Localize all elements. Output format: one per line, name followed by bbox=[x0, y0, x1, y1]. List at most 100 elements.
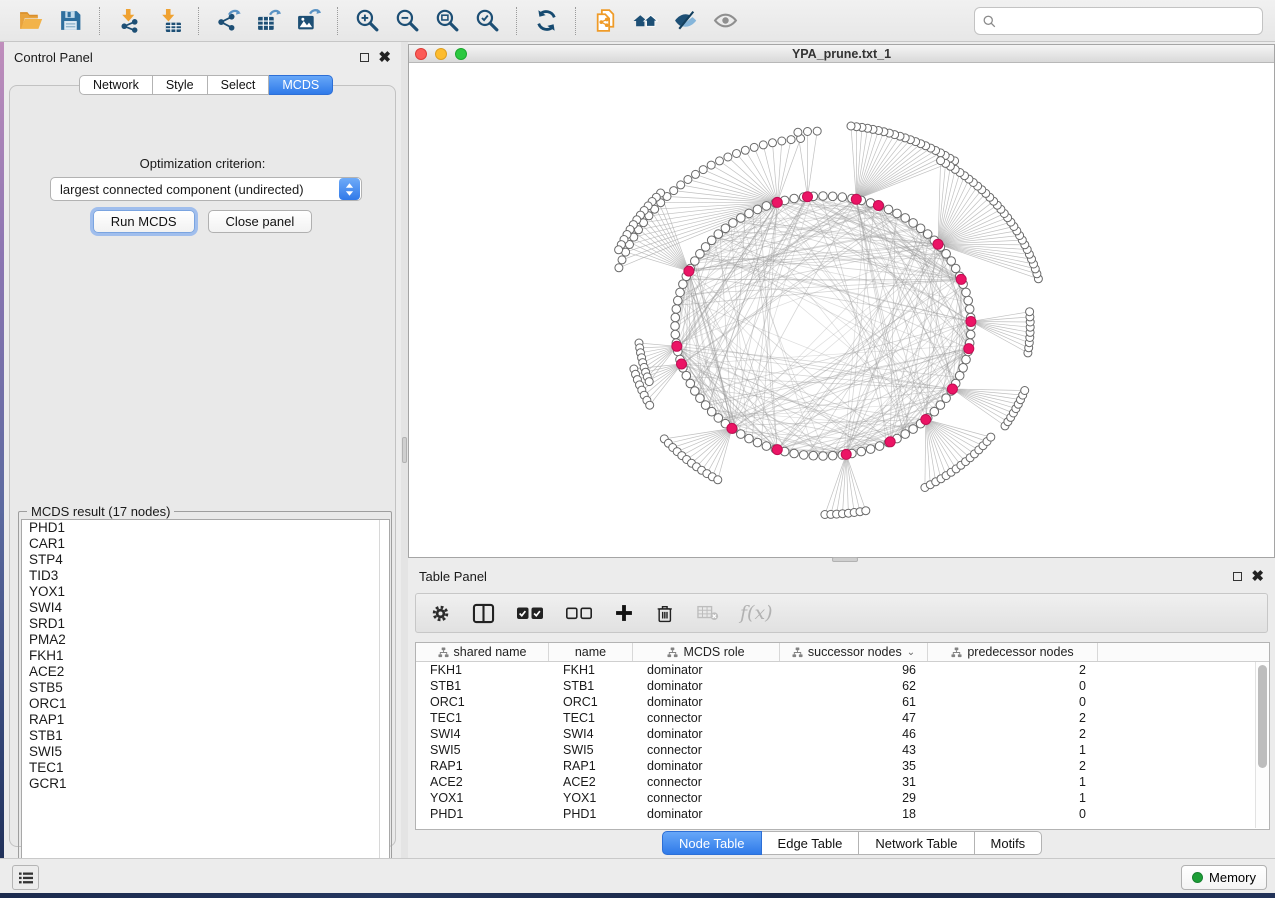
first-neighbors-button[interactable] bbox=[629, 6, 661, 36]
close-panel-icon[interactable]: ✖ bbox=[378, 53, 391, 62]
column-header-predecessor-nodes[interactable]: predecessor nodes bbox=[928, 643, 1098, 661]
import-network-button[interactable] bbox=[113, 6, 145, 36]
table-row[interactable]: ORC1ORC1dominator610 bbox=[416, 694, 1269, 710]
zoom-out-button[interactable] bbox=[391, 6, 423, 36]
maximize-window-icon[interactable] bbox=[455, 48, 467, 60]
control-panel-title: Control Panel bbox=[14, 50, 93, 65]
list-item[interactable]: TID3 bbox=[22, 568, 389, 584]
column-header-MCDS-role[interactable]: MCDS role bbox=[633, 643, 780, 661]
show-all-button[interactable] bbox=[709, 6, 741, 36]
list-item[interactable]: ORC1 bbox=[22, 696, 389, 712]
trash-icon bbox=[655, 603, 675, 624]
column-header-successor-nodes[interactable]: successor nodes⌄ bbox=[780, 643, 928, 661]
main-toolbar bbox=[0, 0, 1275, 42]
run-mcds-button[interactable]: Run MCDS bbox=[93, 210, 195, 233]
list-item[interactable]: SRD1 bbox=[22, 616, 389, 632]
list-item[interactable]: STP4 bbox=[22, 552, 389, 568]
table-row[interactable]: SWI5SWI5connector431 bbox=[416, 742, 1269, 758]
tab-network[interactable]: Network bbox=[79, 75, 153, 95]
list-item[interactable]: GCR1 bbox=[22, 776, 389, 792]
close-window-icon[interactable] bbox=[415, 48, 427, 60]
list-item[interactable]: ACE2 bbox=[22, 664, 389, 680]
float-panel-icon[interactable] bbox=[360, 53, 369, 62]
minimize-window-icon[interactable] bbox=[435, 48, 447, 60]
table-row[interactable]: STB1STB1dominator620 bbox=[416, 678, 1269, 694]
list-item[interactable]: SWI4 bbox=[22, 600, 389, 616]
table-row[interactable]: SWI4SWI4dominator462 bbox=[416, 726, 1269, 742]
table-row[interactable]: ACE2ACE2connector311 bbox=[416, 774, 1269, 790]
delete-columns-button[interactable] bbox=[655, 599, 675, 627]
network-window-titlebar[interactable]: YPA_prune.txt_1 bbox=[409, 45, 1274, 63]
export-image-icon bbox=[296, 8, 321, 33]
network-canvas[interactable] bbox=[409, 63, 1274, 557]
result-list-scrollbar[interactable] bbox=[379, 520, 380, 881]
clone-network-button[interactable] bbox=[589, 6, 621, 36]
table-row[interactable]: FKH1FKH1dominator962 bbox=[416, 662, 1269, 678]
tab-style[interactable]: Style bbox=[153, 75, 208, 95]
clear-checks-button[interactable] bbox=[565, 599, 593, 627]
add-column-button[interactable] bbox=[614, 599, 634, 627]
table-cell: 43 bbox=[780, 743, 928, 757]
table-panel: Table Panel ✖ f(x) shared namenameMCDS r… bbox=[408, 562, 1275, 858]
column-header-label: successor nodes bbox=[808, 645, 902, 659]
memory-button[interactable]: Memory bbox=[1181, 865, 1267, 890]
list-item[interactable]: PHD1 bbox=[22, 520, 389, 536]
select-all-checks-button[interactable] bbox=[516, 599, 544, 627]
export-image-button[interactable] bbox=[292, 6, 324, 36]
memory-button-label: Memory bbox=[1209, 870, 1256, 885]
import-table-button[interactable] bbox=[153, 6, 185, 36]
zoom-selected-button[interactable] bbox=[471, 6, 503, 36]
table-cell: 1 bbox=[928, 743, 1098, 757]
window-controls bbox=[415, 48, 467, 60]
tab-select[interactable]: Select bbox=[208, 75, 270, 95]
show-panels-button[interactable] bbox=[12, 865, 39, 890]
mcds-result-list[interactable]: PHD1CAR1STP4TID3YOX1SWI4SRD1PMA2FKH1ACE2… bbox=[21, 519, 390, 882]
show-columns-button[interactable] bbox=[472, 599, 495, 627]
hide-selected-button[interactable] bbox=[669, 6, 701, 36]
table-cell: 35 bbox=[780, 759, 928, 773]
float-table-panel-icon[interactable] bbox=[1233, 572, 1242, 581]
column-header-shared-name[interactable]: shared name bbox=[416, 643, 549, 661]
table-tab-network-table[interactable]: Network Table bbox=[859, 831, 974, 855]
table-options-button[interactable] bbox=[430, 599, 451, 627]
table-tab-motifs[interactable]: Motifs bbox=[975, 831, 1043, 855]
table-row[interactable]: RAP1RAP1dominator352 bbox=[416, 758, 1269, 774]
table-cell: connector bbox=[633, 791, 780, 805]
list-item[interactable]: YOX1 bbox=[22, 584, 389, 600]
table-scrollbar[interactable] bbox=[1255, 662, 1269, 828]
save-session-button[interactable] bbox=[54, 6, 86, 36]
table-row[interactable]: YOX1YOX1connector291 bbox=[416, 790, 1269, 806]
close-panel-button[interactable]: Close panel bbox=[208, 210, 313, 233]
tab-mcds[interactable]: MCDS bbox=[269, 75, 333, 95]
toolbar-separator bbox=[198, 7, 199, 35]
table-tab-node-table[interactable]: Node Table bbox=[662, 831, 762, 855]
toolbar-separator bbox=[99, 7, 100, 35]
table-tab-edge-table[interactable]: Edge Table bbox=[762, 831, 860, 855]
search-input[interactable] bbox=[1002, 14, 1255, 29]
vertical-splitter-grip[interactable] bbox=[402, 437, 407, 463]
export-network-button[interactable] bbox=[212, 6, 244, 36]
table-row[interactable]: TEC1TEC1connector472 bbox=[416, 710, 1269, 726]
table-cell: SWI5 bbox=[549, 743, 633, 757]
table-scrollbar-thumb[interactable] bbox=[1258, 665, 1267, 768]
zoom-in-button[interactable] bbox=[351, 6, 383, 36]
close-table-panel-icon[interactable]: ✖ bbox=[1251, 572, 1264, 581]
criterion-dropdown[interactable]: largest connected component (undirected) bbox=[50, 177, 362, 201]
list-item[interactable]: SWI5 bbox=[22, 744, 389, 760]
column-header-name[interactable]: name bbox=[549, 643, 633, 661]
table-row[interactable]: PHD1PHD1dominator180 bbox=[416, 806, 1269, 822]
table-cell: FKH1 bbox=[549, 663, 633, 677]
list-item[interactable]: FKH1 bbox=[22, 648, 389, 664]
list-item[interactable]: STB5 bbox=[22, 680, 389, 696]
checked-boxes-icon bbox=[516, 606, 544, 621]
list-item[interactable]: RAP1 bbox=[22, 712, 389, 728]
list-item[interactable]: STB1 bbox=[22, 728, 389, 744]
zoom-fit-button[interactable] bbox=[431, 6, 463, 36]
list-item[interactable]: PMA2 bbox=[22, 632, 389, 648]
apply-layout-button[interactable] bbox=[530, 6, 562, 36]
export-table-button[interactable] bbox=[252, 6, 284, 36]
list-item[interactable]: CAR1 bbox=[22, 536, 389, 552]
node-table-rows: FKH1FKH1dominator962STB1STB1dominator620… bbox=[416, 662, 1269, 822]
list-item[interactable]: TEC1 bbox=[22, 760, 389, 776]
open-file-button[interactable] bbox=[14, 6, 46, 36]
